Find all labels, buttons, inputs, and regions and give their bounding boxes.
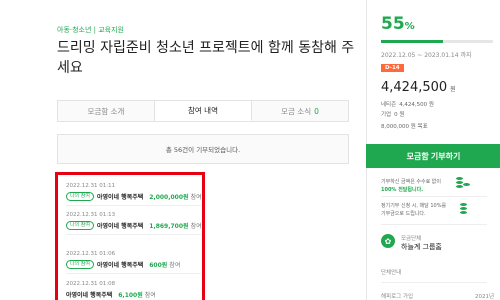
list-item: 2022.12.31 01:11 나의 참여 아영이네 행복주택 2,000,0…: [66, 183, 202, 201]
donor-name: 아영이네 행복주택: [97, 194, 144, 201]
donation-amount: 1,869,700원: [149, 223, 189, 230]
donation-date: 2022.12.31 01:13: [66, 212, 116, 218]
organization-label: 모금단체: [401, 236, 422, 242]
donor-name: 아영이네 행복주택: [66, 292, 113, 299]
goal-amount-row: 8,000,000 원 목표: [381, 122, 428, 130]
donation-amount: 6,100원: [118, 292, 143, 299]
progress-bar: [381, 40, 493, 43]
donation-date: 2022.12.31 01:06: [66, 251, 116, 257]
tab-intro-label: 모금함 소개: [87, 106, 125, 116]
divider: [381, 224, 487, 225]
progress-percent-sign: %: [404, 21, 415, 32]
donation-suffix: 참여: [190, 194, 202, 201]
coins-icon: [455, 174, 473, 192]
total-raised-unit: 원: [450, 86, 456, 93]
donation-summary: 총 56건이 기부되었습니다.: [57, 134, 349, 164]
row-value: 8,000,000 원 목표: [381, 124, 428, 130]
row-label: 기업: [381, 112, 392, 118]
donation-date: 2022.12.31 01:08: [66, 281, 116, 287]
row-value: 4,424,500 원: [399, 102, 434, 108]
notice-text: 기부하신 금액은 수수료 없이: [381, 179, 441, 185]
organization-info-link[interactable]: 단체안내: [381, 268, 401, 276]
campaign-category[interactable]: 아동·청소년 | 교육지원: [57, 25, 124, 35]
total-raised-value: 4,424,500: [381, 80, 448, 95]
row-label: 네티즌: [381, 102, 397, 108]
list-item: 2022.12.31 01:08 아영이네 행복주택 6,100원 참여: [66, 281, 156, 299]
corporate-amount-row: 기업 0 원: [381, 110, 404, 118]
tab-participation[interactable]: 참여 내역: [155, 101, 252, 121]
tab-news-label: 모금 소식: [281, 106, 312, 116]
total-raised: 4,424,500 원: [381, 80, 456, 95]
donation-amount: 2,000,000원: [149, 194, 189, 201]
regular-giving-notice: 정기기부 신청 시, 매달 10%를 기부금으로 드립니다.: [381, 202, 469, 218]
my-participation-badge: 나의 참여: [66, 221, 94, 230]
join-year: 2021년: [475, 294, 495, 300]
notice-text: 기부금으로 드립니다.: [381, 211, 426, 217]
divider: [66, 273, 201, 274]
divider: [66, 234, 201, 235]
donation-suffix: 참여: [169, 262, 181, 269]
donation-suffix: 참여: [190, 223, 202, 230]
divider: [381, 282, 487, 283]
donation-list: 2022.12.31 01:11 나의 참여 아영이네 행복주택 2,000,0…: [55, 172, 205, 300]
donation-summary-text: 총 56건이 기부되었습니다.: [165, 146, 241, 154]
campaign-title: 드리밍 자립준비 청소년 프로젝트에 함께 동참해 주세요: [57, 40, 355, 76]
donate-button[interactable]: 모금함 기부하기: [366, 144, 500, 168]
coins-stack-icon: [457, 200, 473, 216]
organization-logo-icon: ✿: [381, 234, 395, 248]
donation-sidebar: 55% 2022.12.05 ~ 2023.01.14 까지 D-14 4,42…: [366, 0, 500, 300]
row-value: 0 원: [394, 112, 405, 118]
netizen-amount-row: 네티즌 4,424,500 원: [381, 100, 434, 108]
organization-name[interactable]: 하늘계 그룹홈: [401, 242, 442, 252]
tab-intro[interactable]: 모금함 소개: [58, 101, 155, 121]
tab-participation-label: 참여 내역: [188, 106, 218, 115]
progress-percent: 55%: [381, 14, 415, 34]
donor-name: 아영이네 행복주택: [97, 223, 144, 230]
campaign-period: 2022.12.05 ~ 2023.01.14 까지: [381, 52, 472, 59]
divider: [381, 196, 487, 197]
my-participation-badge: 나의 참여: [66, 192, 94, 201]
tab-news-count: 0: [314, 106, 319, 116]
my-participation-badge: 나의 참여: [66, 260, 94, 269]
dday-badge: D-14: [381, 64, 404, 72]
divider: [66, 205, 201, 206]
main-content: 아동·청소년 | 교육지원 드리밍 자립준비 청소년 프로젝트에 함께 동참해 …: [0, 0, 366, 300]
progress-percent-value: 55: [381, 14, 405, 34]
notice-text: 정기기부 신청 시, 매달 10%를: [381, 203, 447, 209]
tab-news[interactable]: 모금 소식 0: [252, 101, 348, 121]
donation-date: 2022.12.31 01:11: [66, 183, 116, 189]
progress-bar-fill: [381, 40, 443, 43]
notice-highlight: 100% 전달됩니다.: [381, 187, 424, 193]
list-item: 2022.12.31 01:06 나의 참여 아영이네 행복주택 600원 참여: [66, 251, 180, 269]
donor-name: 아영이네 행복주택: [97, 262, 144, 269]
donation-suffix: 참여: [144, 292, 156, 299]
happylog-join-link[interactable]: 해피로그 가입: [381, 292, 413, 300]
tab-bar: 모금함 소개 참여 내역 모금 소식 0: [57, 100, 349, 122]
donation-amount: 600원: [149, 262, 168, 269]
list-item: 2022.12.31 01:13 나의 참여 아영이네 행복주택 1,869,7…: [66, 212, 202, 230]
